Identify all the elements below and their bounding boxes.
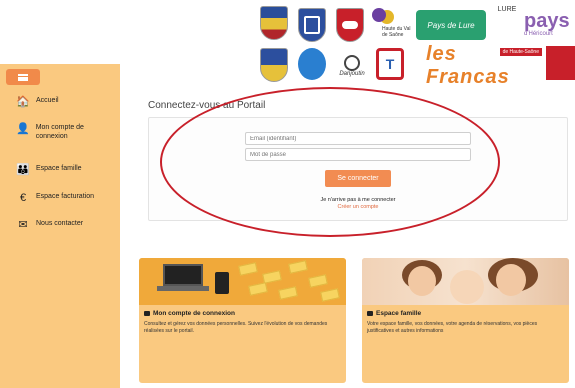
- family-card-image: [362, 258, 569, 305]
- email-field[interactable]: [245, 132, 471, 145]
- pays-hericourt-logo: pays d'Héricourt: [524, 10, 570, 37]
- danjoutin-logo: Danjoutin: [332, 48, 372, 84]
- create-account-link[interactable]: Créer un compte: [149, 204, 567, 210]
- val-de-saone-logo: Haute du Val de Saône: [370, 6, 414, 42]
- family-icon: 👪: [16, 164, 30, 176]
- account-card-image: [139, 258, 346, 305]
- partner-logos: Haute du Val de Saône Pays de Lure LURE …: [258, 4, 575, 88]
- lure-logo: LURE: [497, 6, 517, 13]
- login-button[interactable]: Se connecter: [325, 170, 391, 187]
- family-card[interactable]: Espace famille Votre espace famille, vos…: [362, 258, 569, 383]
- t-logo: T: [376, 48, 404, 80]
- card-title: Mon compte de connexion: [144, 310, 235, 317]
- coat-of-arms-logo: [260, 6, 288, 40]
- sidebar-item-label: Espace facturation: [36, 193, 94, 200]
- card-title: Espace famille: [367, 310, 421, 317]
- sidebar-item-contact[interactable]: ✉ Nous contacter: [16, 219, 83, 231]
- sidebar: 🏠 Accueil 👤 Mon compte de connexion 👪 Es…: [0, 64, 120, 388]
- password-field[interactable]: [245, 148, 471, 161]
- account-card[interactable]: Mon compte de connexion Consultez et gér…: [139, 258, 346, 383]
- lock-icon: [144, 311, 150, 316]
- coat-of-arms-logo: [546, 46, 575, 80]
- sidebar-item-account[interactable]: 👤 Mon compte de connexion: [16, 123, 116, 141]
- sidebar-item-label: Accueil: [36, 97, 59, 104]
- coat-of-arms-logo: [298, 48, 326, 80]
- sidebar-item-billing[interactable]: € Espace facturation: [16, 192, 94, 204]
- menu-toggle-button[interactable]: [6, 69, 40, 85]
- cannot-login-link[interactable]: Je n'arrive pas à me connecter: [149, 197, 567, 203]
- euro-icon: €: [19, 192, 27, 204]
- sidebar-item-label: Nous contacter: [36, 220, 84, 227]
- login-panel: Se connecter Je n'arrive pas à me connec…: [148, 117, 568, 221]
- envelope-icon: ✉: [18, 219, 28, 231]
- pays-de-lure-logo: Pays de Lure: [416, 10, 486, 40]
- card-description: Consultez et gérez vos données personnel…: [144, 321, 328, 334]
- page-title: Connectez-vous au Portail: [148, 100, 266, 111]
- sidebar-item-home[interactable]: 🏠 Accueil: [16, 96, 59, 108]
- card-description: Votre espace famille, vos données, votre…: [367, 321, 538, 334]
- sidebar-item-family[interactable]: 👪 Espace famille: [16, 164, 82, 176]
- coat-of-arms-logo: [298, 8, 326, 42]
- home-icon: 🏠: [16, 96, 30, 108]
- francas-logo: les Francas de Haute-Saône: [426, 43, 542, 88]
- user-icon: 👤: [16, 123, 30, 135]
- lock-icon: [367, 311, 373, 316]
- hamburger-icon: [18, 73, 28, 81]
- sidebar-item-label: Mon compte de connexion: [35, 124, 84, 140]
- coat-of-arms-logo: [260, 48, 288, 82]
- sidebar-item-label: Espace famille: [36, 165, 82, 172]
- coat-of-arms-logo: [336, 8, 364, 42]
